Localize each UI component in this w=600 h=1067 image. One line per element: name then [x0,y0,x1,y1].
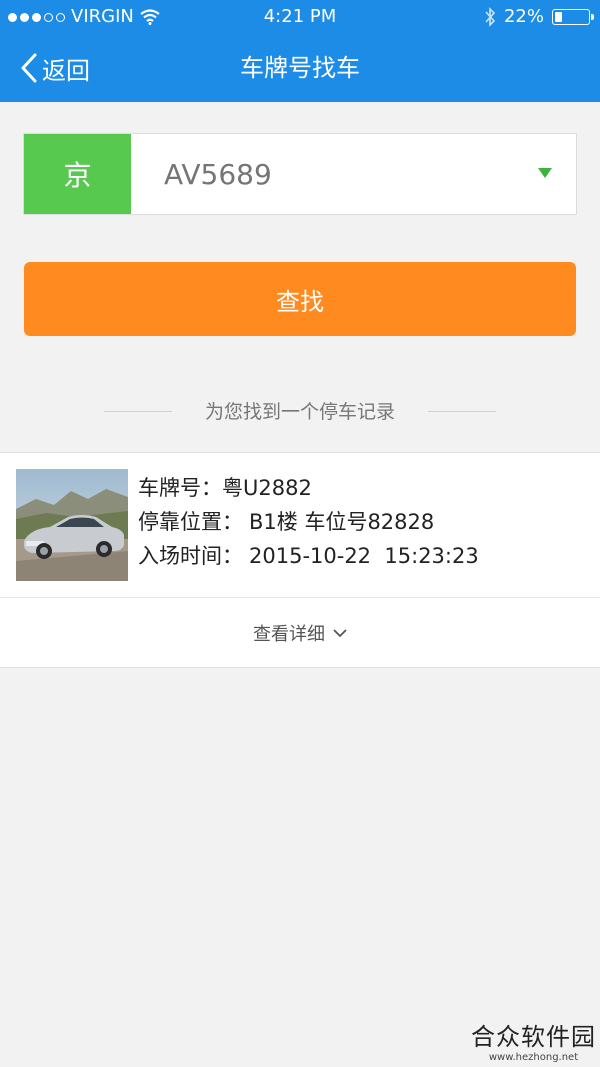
bluetooth-icon [485,7,496,27]
result-summary-divider: 为您找到一个停车记录 [0,395,600,429]
entry-time-line: 入场时间： 2015-10-22 15:23:23 [138,539,479,573]
battery-percent: 22% [503,6,544,27]
divider-line-right [428,411,496,412]
battery-icon [552,9,594,25]
view-details-button[interactable]: 查看详细 [0,598,600,668]
page-title: 车牌号找车 [240,54,360,82]
plate-number-input[interactable] [164,152,524,196]
location-value: B1楼 车位号82828 [249,510,435,534]
plate-input-row: 京 [23,133,577,215]
back-button[interactable]: 返回 [20,48,90,88]
plate-label: 车牌号： [138,476,222,500]
search-button[interactable]: 查找 [24,262,576,336]
location-line: 停靠位置： B1楼 车位号82828 [138,505,479,539]
watermark: 合众软件园 www.hezhong.net [471,1017,596,1063]
location-label: 停靠位置： [138,510,243,534]
plate-value: 粤U2882 [222,476,312,500]
watermark-sub: www.hezhong.net [488,1052,579,1063]
top-bar: VIRGIN 4:21 PM 22% 车牌号找车 返回 [0,0,600,102]
record-info: 车牌号：粤U2882 停靠位置： B1楼 车位号82828 入场时间： 2015-1… [138,471,479,573]
back-label: 返回 [42,56,90,85]
chevron-down-icon [333,629,347,638]
entry-value: 2015-10-22 15:23:23 [249,544,479,568]
parking-record-card[interactable]: 车牌号：粤U2882 停靠位置： B1楼 车位号82828 入场时间： 2015-1… [0,452,600,668]
chevron-left-icon [21,53,37,83]
status-bar: VIRGIN 4:21 PM 22% [0,0,600,34]
plate-line: 车牌号：粤U2882 [138,471,479,505]
status-right: 22% [484,0,594,34]
entry-label: 入场时间： [138,544,243,568]
view-details-label: 查看详细 [253,624,325,645]
watermark-main: 合众软件园 [471,1023,596,1051]
province-selector[interactable]: 京 [24,134,131,214]
result-summary-text: 为您找到一个停车记录 [204,401,395,423]
dropdown-arrow-icon[interactable] [538,168,552,178]
car-photo [16,469,128,581]
